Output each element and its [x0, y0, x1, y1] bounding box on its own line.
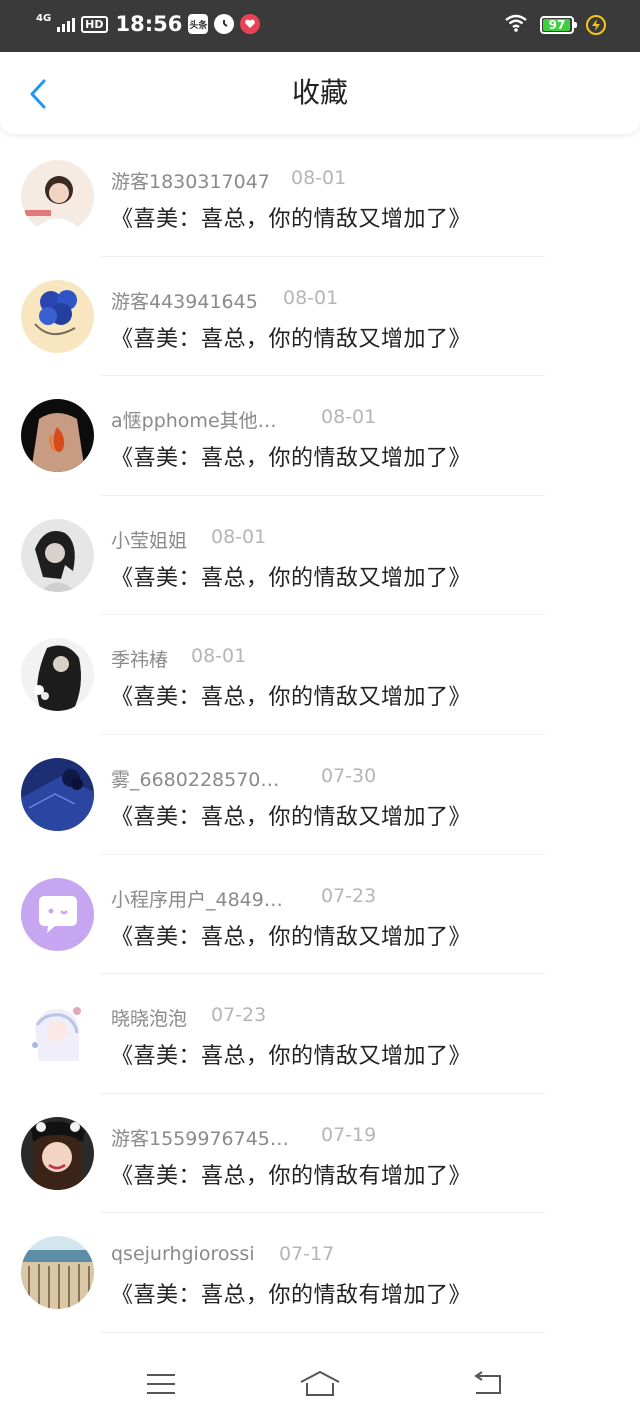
signal-icon: [57, 16, 76, 32]
toutiao-icon: 头条: [188, 14, 209, 34]
username: 季祎椿: [111, 649, 169, 672]
status-right: 97: [504, 13, 606, 37]
item-date: 08-01: [211, 525, 267, 548]
avatar[interactable]: [21, 997, 94, 1071]
hd-icon: HD: [81, 15, 108, 33]
item-title: 《喜美：喜总，你的情敌有增加了》: [111, 1283, 472, 1309]
item-meta: 小莹姐姐 08-01: [111, 526, 266, 553]
item-title: 《喜美：喜总，你的情敌又增加了》: [111, 565, 472, 591]
menu-button[interactable]: [137, 1366, 185, 1406]
username: 雾_6680228570…: [111, 768, 280, 791]
item-meta: 雾_6680228570… 07-30: [111, 765, 376, 792]
list-item[interactable]: 游客1830317047 08-01 《喜美：喜总，你的情敌又增加了》: [0, 137, 640, 257]
item-meta: 季祎椿 08-01: [111, 645, 246, 672]
list-item[interactable]: 晓晓泡泡 07-23 《喜美：喜总，你的情敌又增加了》: [0, 974, 640, 1094]
item-title: 《喜美：喜总，你的情敌又增加了》: [111, 924, 472, 950]
charging-icon: [586, 15, 606, 35]
avatar[interactable]: [21, 1116, 94, 1190]
item-title: 《喜美：喜总，你的情敌又增加了》: [111, 1044, 472, 1070]
item-date: 07-23: [211, 1004, 267, 1027]
username: qsejurhgiorossi: [111, 1243, 255, 1266]
username: 游客1559976745…: [111, 1127, 289, 1150]
list-item[interactable]: 游客1559976745… 07-19 《喜美：喜总，你的情敌有增加了》: [0, 1094, 640, 1214]
item-date: 07-30: [321, 764, 377, 787]
avatar[interactable]: [21, 1236, 94, 1310]
item-title: 《喜美：喜总，你的情敌又增加了》: [111, 326, 472, 352]
item-meta: 游客1830317047 08-01: [111, 167, 346, 194]
app-header: 收藏: [0, 52, 640, 134]
item-meta: 晓晓泡泡 07-23: [111, 1004, 266, 1031]
username: 小莹姐姐: [111, 529, 188, 552]
battery-level: 97: [548, 18, 566, 32]
item-meta: 游客443941645 08-01: [111, 287, 338, 314]
divider: [100, 1331, 545, 1333]
username: 游客443941645: [111, 290, 258, 313]
menu-icon: [145, 1372, 177, 1400]
back-nav-button[interactable]: [464, 1366, 512, 1406]
page-title: 收藏: [291, 76, 348, 109]
avatar[interactable]: [21, 757, 94, 831]
battery-icon: 97: [540, 16, 577, 34]
item-meta: qsejurhgiorossi 07-17: [111, 1243, 334, 1266]
list-item[interactable]: 雾_6680228570… 07-30 《喜美：喜总，你的情敌又增加了》: [0, 735, 640, 855]
username: a惬pphome其他…: [111, 410, 277, 433]
list-item[interactable]: a惬pphome其他… 08-01 《喜美：喜总，你的情敌又增加了》: [0, 376, 640, 496]
wifi-icon: [504, 13, 528, 37]
list-item[interactable]: qsejurhgiorossi 07-17 《喜美：喜总，你的情敌有增加了》: [0, 1213, 640, 1333]
item-date: 08-01: [321, 406, 377, 429]
item-date: 08-01: [291, 167, 347, 189]
item-date: 07-17: [279, 1243, 335, 1266]
item-meta: 小程序用户_4849… 07-23: [111, 885, 376, 912]
clock-icon: [214, 14, 235, 34]
list-item[interactable]: 游客443941645 08-01 《喜美：喜总，你的情敌又增加了》: [0, 257, 640, 377]
list-item[interactable]: 小程序用户_4849… 07-23 《喜美：喜总，你的情敌又增加了》: [0, 855, 640, 975]
username: 小程序用户_4849…: [111, 888, 283, 911]
item-title: 《喜美：喜总，你的情敌又增加了》: [111, 446, 472, 472]
item-title: 《喜美：喜总，你的情敌又增加了》: [111, 804, 472, 830]
avatar[interactable]: [21, 638, 94, 712]
avatar[interactable]: [21, 399, 94, 473]
status-left: 4G HD 18:56 头条: [36, 12, 261, 36]
username: 游客1830317047: [111, 171, 270, 193]
list-item[interactable]: 小莹姐姐 08-01 《喜美：喜总，你的情敌又增加了》: [0, 496, 640, 616]
username: 晓晓泡泡: [111, 1008, 188, 1031]
item-date: 08-01: [191, 645, 247, 668]
system-nav-bar: [0, 1352, 640, 1422]
back-icon: [472, 1371, 504, 1401]
item-title: 《喜美：喜总，你的情敌又增加了》: [111, 207, 472, 232]
home-icon: [299, 1370, 341, 1402]
avatar[interactable]: [21, 160, 94, 233]
network-type: 4G: [36, 12, 52, 24]
favorites-list: 游客1830317047 08-01 《喜美：喜总，你的情敌又增加了》 游客44…: [0, 137, 640, 1333]
item-meta: 游客1559976745… 07-19: [111, 1124, 376, 1151]
item-title: 《喜美：喜总，你的情敌又增加了》: [111, 685, 472, 711]
item-date: 08-01: [283, 286, 339, 309]
avatar[interactable]: [21, 279, 94, 353]
item-date: 07-23: [321, 884, 377, 907]
heart-icon: [240, 14, 261, 34]
clock-time: 18:56: [115, 12, 183, 36]
avatar[interactable]: [21, 877, 94, 951]
list-item[interactable]: 季祎椿 08-01 《喜美：喜总，你的情敌又增加了》: [0, 615, 640, 735]
item-date: 07-19: [321, 1123, 377, 1146]
avatar[interactable]: [21, 518, 94, 592]
item-title: 《喜美：喜总，你的情敌有增加了》: [111, 1163, 472, 1189]
home-button[interactable]: [296, 1366, 344, 1406]
item-meta: a惬pphome其他… 08-01: [111, 406, 376, 433]
